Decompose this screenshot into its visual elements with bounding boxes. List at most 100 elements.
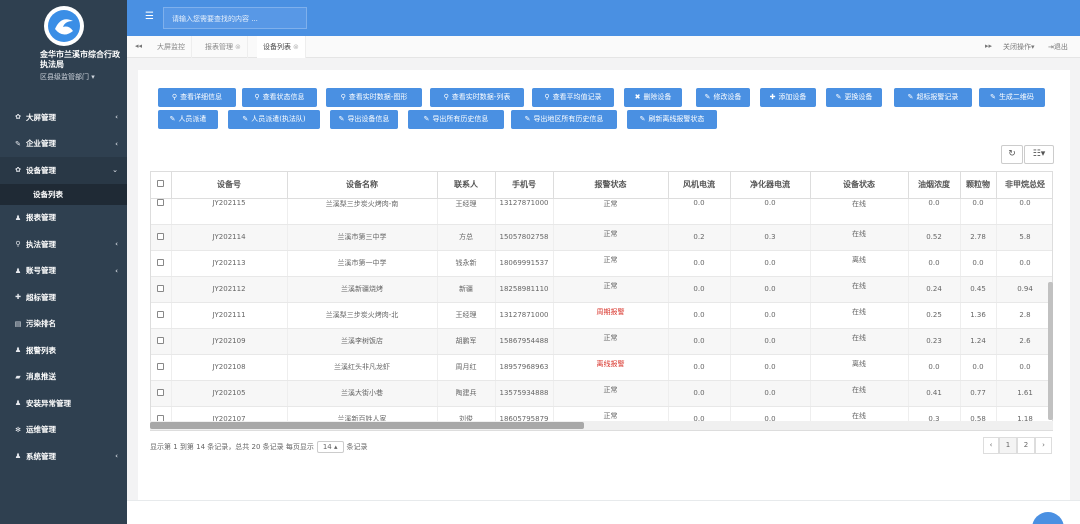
row-checkbox-cell[interactable]: [151, 328, 172, 355]
column-header[interactable]: 报警状态: [553, 172, 669, 199]
gear-icon: ✿: [15, 113, 21, 122]
toolbar-button-1-7[interactable]: ✚ 添加设备: [760, 88, 816, 107]
row-checkbox[interactable]: [157, 388, 165, 396]
sidebar-subitem-device-list[interactable]: 设备列表: [0, 183, 127, 205]
row-checkbox[interactable]: [157, 284, 165, 292]
tab-close-icon[interactable]: ⊗: [235, 43, 241, 51]
toolbar-button-1-0[interactable]: ⚲ 查看详细信息: [158, 88, 236, 107]
toolbar-button-2-4[interactable]: ✎ 导出地区所有历史信息: [511, 110, 617, 129]
row-checkbox[interactable]: [157, 362, 165, 370]
row-checkbox-cell[interactable]: [151, 380, 172, 407]
row-checkbox-cell[interactable]: [151, 276, 172, 303]
column-header[interactable]: 联系人: [437, 172, 496, 199]
row-checkbox-cell[interactable]: [151, 224, 172, 251]
select-all-checkbox-cell[interactable]: [151, 172, 172, 199]
toolbar-button-1-9[interactable]: ✎ 超标报警记录: [894, 88, 972, 107]
column-header[interactable]: 非甲烷总烃: [996, 172, 1052, 199]
sidebar-item-8[interactable]: ♟ 报警列表: [0, 337, 127, 364]
row-checkbox[interactable]: [157, 258, 165, 266]
table-cell: 0.0: [960, 250, 997, 277]
column-header[interactable]: 设备名称: [287, 172, 438, 199]
search-icon: ⚲: [443, 93, 449, 101]
toolbar-button-1-3[interactable]: ⚲ 查看实时数据-列表: [430, 88, 524, 107]
pager-prev[interactable]: ‹: [983, 437, 999, 454]
edit-icon: ✎: [835, 93, 842, 101]
table-row[interactable]: JY202112 兰溪新疆烧烤 新疆 18258981110 正常 0.0 0.0 在线 0.2…: [151, 276, 1052, 303]
pager-page-2[interactable]: 2: [1017, 437, 1035, 454]
close-ops-dropdown[interactable]: 关闭操作▾: [1003, 36, 1035, 58]
column-header[interactable]: 油烟浓度: [908, 172, 961, 199]
sidebar-item-5[interactable]: ♟ 账号管理 ‹: [0, 258, 127, 285]
sidebar-item-6[interactable]: ✚ 超标管理: [0, 284, 127, 311]
toolbar-button-2-5[interactable]: ✎ 刷新离线报警状态: [627, 110, 717, 129]
column-header[interactable]: 净化器电流: [730, 172, 811, 199]
pagination-info: 显示第 1 到第 14 条记录，总共 20 条记录 每页显示 14 ▴ 条记录: [150, 441, 368, 453]
logo: [43, 6, 84, 46]
vertical-scrollbar[interactable]: [1048, 282, 1053, 420]
tabs-scroll-right-icon[interactable]: ▸▸: [985, 42, 992, 50]
toolbar-button-1-5[interactable]: ✖ 删除设备: [624, 88, 682, 107]
toolbar-button-1-10[interactable]: ✎ 生成二维码: [979, 88, 1045, 107]
sidebar-item-11[interactable]: ✻ 运维管理: [0, 417, 127, 444]
toolbar-button-1-8[interactable]: ✎ 更换设备: [826, 88, 882, 107]
row-checkbox-cell[interactable]: [151, 250, 172, 277]
table-row[interactable]: JY202105 兰溪大街小巷 陶建兵 13575934888 正常 0.0 0.0 在线 0.…: [151, 380, 1052, 407]
sidebar-item-label: 运维管理: [26, 425, 56, 435]
list-icon: ☷▾: [1032, 149, 1046, 159]
refresh-button[interactable]: ↻: [1001, 145, 1023, 164]
toolbar-button-1-1[interactable]: ⚲ 查看状态信息: [242, 88, 317, 107]
sidebar-item-9[interactable]: ▰ 消息推送: [0, 364, 127, 391]
table-row[interactable]: JY202109 兰溪李树饭店 胡鹏军 15867954488 正常 0.0 0.0 在线 0.…: [151, 328, 1052, 355]
column-header[interactable]: 风机电流: [668, 172, 731, 199]
menu-toggle-icon[interactable]: ☰: [145, 11, 154, 22]
chevron-icon: ‹: [115, 139, 118, 148]
sidebar-item-1[interactable]: ✎ 企业管理 ‹: [0, 131, 127, 158]
toolbar-button-label: 查看实时数据-列表: [451, 93, 511, 101]
column-header[interactable]: 颗粒物: [960, 172, 997, 199]
toolbar-button-2-0[interactable]: ✎ 人员派遣: [158, 110, 218, 129]
sidebar-item-3[interactable]: ♟ 报表管理: [0, 205, 127, 232]
row-checkbox[interactable]: [157, 336, 165, 344]
tab-report[interactable]: 报表管理 ⊗: [199, 36, 248, 58]
row-checkbox-cell[interactable]: [151, 354, 172, 381]
horizontal-scrollbar[interactable]: [150, 422, 584, 429]
sidebar-item-12[interactable]: ♟ 系统管理 ‹: [0, 443, 127, 470]
pager-page-1[interactable]: 1: [999, 437, 1017, 454]
sidebar-item-7[interactable]: ▤ 污染排名: [0, 311, 127, 338]
sidebar-item-0[interactable]: ✿ 大屏管理 ‹: [0, 104, 127, 131]
row-checkbox[interactable]: [157, 310, 165, 318]
select-all-checkbox[interactable]: [157, 180, 165, 188]
column-header[interactable]: 手机号: [495, 172, 554, 199]
toolbar-button-2-2[interactable]: ✎ 导出设备信息: [330, 110, 398, 129]
row-checkbox[interactable]: [157, 198, 165, 206]
toolbar-button-1-6[interactable]: ✎ 修改设备: [696, 88, 750, 107]
row-checkbox[interactable]: [157, 232, 165, 240]
table-row[interactable]: JY202114 兰溪市第三中学 方总 15057802758 正常 0.2 0.3 在线 0.…: [151, 224, 1052, 251]
tab-device-list[interactable]: 设备列表 ⊗: [257, 36, 306, 58]
tabs-scroll-left-icon[interactable]: ◂◂: [135, 42, 142, 50]
table-row[interactable]: JY202113 兰溪市第一中学 钱永新 18069991537 正常 0.0 0.0 离线 0…: [151, 250, 1052, 277]
page-size-select[interactable]: 14 ▴: [316, 441, 344, 453]
table-row[interactable]: JY202115 兰溪梨三步炭火烤肉-南 王经理 13127871000 正常 0.0 0.…: [151, 198, 1052, 225]
dept-dropdown[interactable]: 区县级监管部门 ▾: [0, 72, 127, 82]
row-checkbox-cell[interactable]: [151, 198, 172, 225]
sidebar-item-10[interactable]: ♟ 安装异常管理: [0, 390, 127, 417]
tab-close-icon[interactable]: ⊗: [293, 43, 299, 51]
search-input[interactable]: 请输入您需要查找的内容 ...: [163, 7, 307, 29]
row-checkbox-cell[interactable]: [151, 302, 172, 329]
toolbar-button-1-4[interactable]: ⚲ 查看平均值记录: [532, 88, 614, 107]
pager-next[interactable]: ›: [1035, 437, 1052, 454]
table-cell: 兰溪梨三步炭火烤肉-北: [287, 302, 438, 329]
toolbar-button-1-2[interactable]: ⚲ 查看实时数据-图形: [326, 88, 422, 107]
table-row[interactable]: JY202111 兰溪梨三步炭火烤肉-北 王经理 13127871000 周期报警 0.0…: [151, 302, 1052, 329]
sidebar-item-2[interactable]: ✿ 设备管理 ⌄: [0, 157, 127, 184]
tab-dashboard[interactable]: 大屏监控: [151, 36, 192, 58]
toolbar-button-2-3[interactable]: ✎ 导出所有历史信息: [408, 110, 504, 129]
table-row[interactable]: JY202108 兰溪红头非凡龙虾 周月红 18957968963 离线报警 0.0 0.0…: [151, 354, 1052, 381]
column-header[interactable]: 设备状态: [810, 172, 909, 199]
logout-button[interactable]: ⇥退出: [1048, 36, 1068, 58]
sidebar-item-4[interactable]: ⚲ 执法管理 ‹: [0, 231, 127, 258]
toolbar-button-2-1[interactable]: ✎ 人员派遣(执法队): [228, 110, 320, 129]
column-header[interactable]: 设备号: [171, 172, 288, 199]
columns-toggle-button[interactable]: ☷▾: [1024, 145, 1054, 164]
